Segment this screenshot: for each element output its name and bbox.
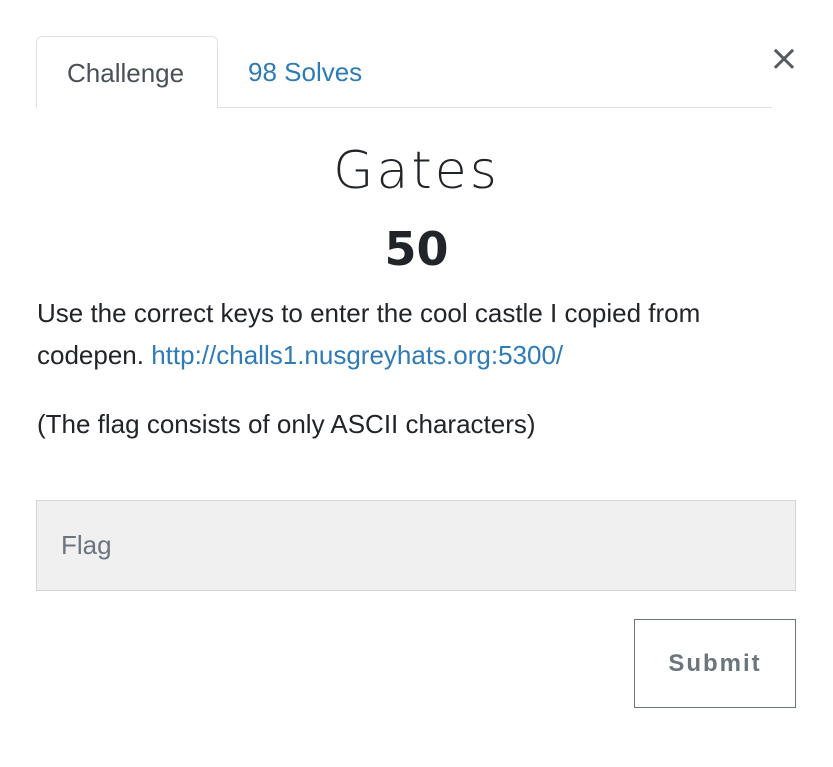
- challenge-modal: × Challenge 98 Solves Gates 50 Use the c…: [0, 0, 833, 767]
- flag-input[interactable]: [36, 500, 796, 591]
- close-icon[interactable]: ×: [768, 41, 800, 77]
- submit-button[interactable]: Submit: [634, 619, 796, 708]
- challenge-points: 50: [384, 222, 449, 276]
- challenge-link[interactable]: http://challs1.nusgreyhats.org:5300/: [151, 340, 563, 370]
- tab-challenge[interactable]: Challenge: [36, 36, 218, 109]
- tab-solves[interactable]: 98 Solves: [218, 36, 392, 108]
- challenge-description: Use the correct keys to enter the cool c…: [37, 292, 797, 376]
- tab-bar: Challenge 98 Solves: [36, 36, 772, 109]
- challenge-title: Gates: [333, 141, 500, 201]
- challenge-note: (The flag consists of only ASCII charact…: [37, 409, 536, 439]
